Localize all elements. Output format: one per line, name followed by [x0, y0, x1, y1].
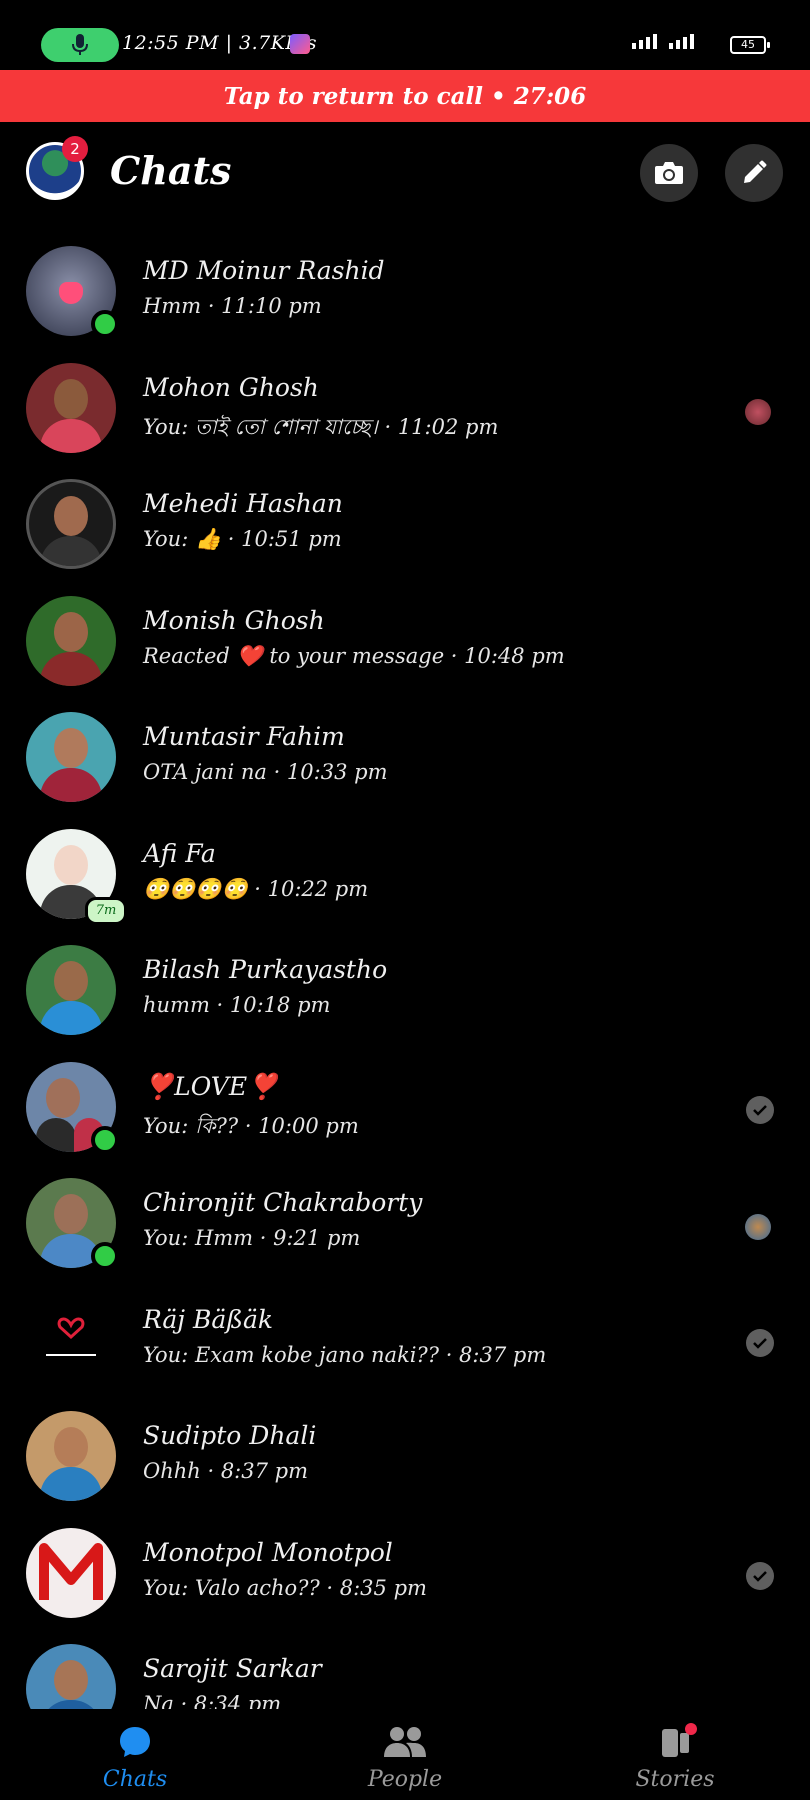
- seen-check-icon: [746, 1095, 774, 1124]
- status-bar: 12:55 PM | 3.7KB/s 45: [0, 0, 810, 70]
- chat-name: Mohon Ghosh: [143, 372, 319, 402]
- chat-row[interactable]: Mehedi Hashan You: 👍 · 10:51 pm: [0, 455, 810, 572]
- chat-row[interactable]: 7m Afi Fa 😳😳😳😳 · 10:22 pm: [0, 805, 810, 925]
- chat-name: Chironjit Chakraborty: [143, 1188, 423, 1217]
- messenger-notification-icon: [290, 34, 310, 54]
- chat-row[interactable]: Sudipto Dhali Ohhh · 8:37 pm: [0, 1387, 810, 1504]
- chat-preview: 😳😳😳😳 · 10:22 pm: [143, 876, 369, 901]
- chat-row[interactable]: ❣️LOVE❣️ You: কি?? · 10:00 pm: [0, 1038, 810, 1155]
- contact-avatar: [26, 1411, 116, 1501]
- chat-name: Räj Bäßäk: [143, 1304, 274, 1334]
- chat-name: Sudipto Dhali: [143, 1421, 317, 1450]
- tab-people[interactable]: People: [335, 1721, 475, 1792]
- camera-icon: [655, 162, 683, 184]
- contact-avatar: [26, 595, 116, 686]
- tab-stories[interactable]: Stories: [605, 1721, 745, 1792]
- chat-preview: Hmm · 11:10 pm: [143, 294, 322, 318]
- chat-name: Sarojit Sarkar: [143, 1654, 322, 1683]
- notification-badge: 2: [62, 136, 88, 162]
- chat-name: ❣️LOVE❣️: [143, 1071, 279, 1101]
- chat-row[interactable]: Mohon Ghosh You: তাই তো শোনা যাচ্ছে। · 1…: [0, 339, 810, 456]
- online-indicator: [91, 310, 119, 338]
- chats-header: 2 Chats: [0, 122, 810, 222]
- battery-icon: 45: [730, 36, 770, 54]
- chat-bubble-icon: [120, 1727, 150, 1757]
- contact-avatar: [26, 1527, 116, 1618]
- chat-list[interactable]: MD Moinur Rashid Hmm · 11:10 pm Mohon Gh…: [0, 222, 810, 1709]
- tab-chats-label: Chats: [102, 1767, 168, 1792]
- chat-name: Monish Ghosh: [143, 605, 325, 635]
- chat-name: MD Moinur Rashid: [143, 256, 385, 285]
- heart-logo-icon: [46, 1317, 96, 1356]
- contact-avatar: [26, 362, 116, 453]
- mic-active-pill[interactable]: [41, 28, 119, 62]
- return-to-call-banner[interactable]: Tap to return to call • 27:06: [0, 70, 810, 122]
- online-indicator: [91, 1125, 119, 1154]
- contact-avatar: [26, 712, 116, 802]
- chat-name: Mehedi Hashan: [143, 489, 343, 518]
- chat-name: Afi Fa: [143, 838, 216, 868]
- bottom-navigation: Chats People Stories: [0, 1709, 810, 1800]
- chat-preview: You: Valo acho?? · 8:35 pm: [143, 1575, 427, 1600]
- signal-bars-icon: [669, 34, 694, 49]
- contact-avatar: [26, 479, 116, 569]
- seen-by-avatar: [745, 398, 771, 425]
- tab-stories-label: Stories: [635, 1767, 715, 1792]
- chat-name: Monotpol Monotpol: [143, 1537, 393, 1567]
- camera-button[interactable]: [640, 144, 698, 202]
- chat-name: Bilash Purkayastho: [143, 955, 388, 984]
- chat-preview: You: Exam kobe jano naki?? · 8:37 pm: [143, 1342, 547, 1367]
- chat-row[interactable]: Bilash Purkayastho humm · 10:18 pm: [0, 921, 810, 1038]
- status-time-speed: 12:55 PM | 3.7KB/s: [122, 32, 318, 54]
- seen-by-avatar: [745, 1214, 771, 1240]
- chat-row[interactable]: Chironjit Chakraborty You: Hmm · 9:21 pm: [0, 1154, 810, 1271]
- chat-row[interactable]: Räj Bäßäk You: Exam kobe jano naki?? · 8…: [0, 1271, 810, 1388]
- pencil-icon: [744, 160, 767, 183]
- online-indicator: [91, 1242, 119, 1270]
- chat-preview: You: 👍 · 10:51 pm: [143, 527, 342, 551]
- chat-preview: OTA jani na · 10:33 pm: [143, 760, 388, 784]
- chat-preview: humm · 10:18 pm: [143, 993, 331, 1017]
- tab-people-label: People: [367, 1767, 443, 1792]
- people-icon: [384, 1727, 426, 1757]
- chat-row[interactable]: Muntasir Fahim OTA jani na · 10:33 pm: [0, 688, 810, 805]
- chat-preview: Reacted ❤️ to your message · 10:48 pm: [143, 643, 565, 668]
- contact-avatar: [26, 1644, 116, 1709]
- microphone-icon: [72, 34, 88, 55]
- new-message-button[interactable]: [725, 144, 783, 202]
- chat-row[interactable]: Sarojit Sarkar Na · 8:34 pm: [0, 1620, 810, 1709]
- chat-name: Muntasir Fahim: [143, 722, 345, 751]
- page-title: Chats: [110, 148, 232, 193]
- chat-preview: Na · 8:34 pm: [143, 1692, 282, 1709]
- chat-row[interactable]: Monish Ghosh Reacted ❤️ to your message …: [0, 572, 810, 689]
- signal-bars-icon: [632, 34, 657, 49]
- chat-preview: You: Hmm · 9:21 pm: [143, 1226, 361, 1250]
- chat-preview: You: তাই তো শোনা যাচ্ছে। · 11:02 pm: [143, 414, 499, 439]
- seen-check-icon: [746, 1561, 774, 1590]
- contact-avatar: [26, 945, 116, 1035]
- stories-notification-dot: [685, 1723, 697, 1735]
- tab-chats[interactable]: Chats: [65, 1721, 205, 1792]
- seen-check-icon: [746, 1328, 774, 1357]
- letter-m-logo: [39, 1542, 103, 1600]
- chat-row[interactable]: MD Moinur Rashid Hmm · 11:10 pm: [0, 222, 810, 339]
- contact-avatar: [26, 1294, 116, 1385]
- chat-preview: You: কি?? · 10:00 pm: [143, 1113, 359, 1138]
- chat-row[interactable]: Monotpol Monotpol You: Valo acho?? · 8:3…: [0, 1504, 810, 1621]
- chat-preview: Ohhh · 8:37 pm: [143, 1459, 309, 1483]
